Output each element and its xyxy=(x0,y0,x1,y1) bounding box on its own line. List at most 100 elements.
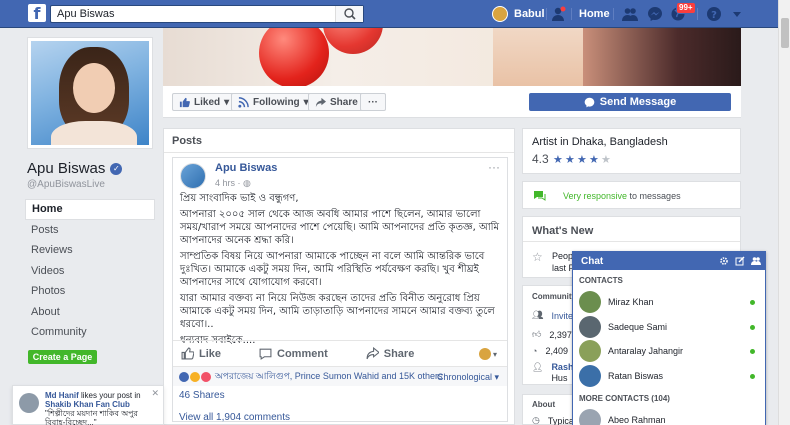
divider xyxy=(571,8,572,20)
messenger-icon[interactable] xyxy=(647,6,663,22)
share-label: Share xyxy=(330,96,358,108)
cover-figure xyxy=(493,28,583,86)
following-button[interactable]: Following ▾ xyxy=(231,93,316,111)
avatar xyxy=(19,393,39,413)
chat-contact[interactable]: Miraz Khan xyxy=(573,290,765,315)
comment-button[interactable]: Comment xyxy=(259,347,328,360)
notification-group: Shakib Khan Fan Club xyxy=(45,400,130,409)
online-status-icon xyxy=(750,373,755,379)
post-timestamp[interactable]: 4 hrs · ◍ xyxy=(215,178,251,189)
page-handle[interactable]: @ApuBiswasLive xyxy=(27,179,105,190)
help-icon[interactable]: ? xyxy=(706,6,722,22)
nav-item-community[interactable]: Community xyxy=(25,322,155,343)
posts-header: Posts xyxy=(164,129,514,153)
create-group-icon[interactable] xyxy=(751,256,761,266)
profile-picture[interactable] xyxy=(28,38,152,148)
profile-shortcut[interactable]: Babul xyxy=(492,5,545,23)
scrollbar-thumb[interactable] xyxy=(781,18,789,48)
new-message-icon[interactable] xyxy=(735,256,745,266)
like-button[interactable]: Like xyxy=(181,347,221,360)
home-link[interactable]: Home xyxy=(579,8,610,20)
search-box xyxy=(50,5,364,23)
nav-item-videos[interactable]: Videos xyxy=(25,261,155,282)
chat-header[interactable]: Chat xyxy=(573,252,765,270)
about-card: Artist in Dhaka, Bangladesh 4.3 ★ ★ ★ ★ ★ xyxy=(522,128,741,174)
avatar xyxy=(579,409,601,425)
shares-count[interactable]: 46 Shares xyxy=(179,390,225,401)
chat-title: Chat xyxy=(581,255,604,267)
comment-sort-dropdown[interactable]: Chronological ▾ xyxy=(437,372,499,383)
page-category-location: Artist in Dhaka, Bangladesh xyxy=(532,136,668,148)
nav-item-about[interactable]: About xyxy=(25,302,155,323)
following-label: Following xyxy=(253,96,300,108)
likes-count: 2,397 xyxy=(549,329,572,340)
online-status-icon xyxy=(750,324,755,330)
cover-balloon-decoration xyxy=(259,28,329,86)
send-message-button[interactable]: Send Message xyxy=(529,93,731,111)
more-contacts-header: MORE CONTACTS (104) xyxy=(579,394,670,403)
friend-name: Rash xyxy=(551,362,574,372)
page-scrollbar[interactable] xyxy=(778,0,790,425)
notification-toast[interactable]: Md Hanif likes your post in Shakib Khan … xyxy=(12,385,164,425)
nav-item-posts[interactable]: Posts xyxy=(25,220,155,241)
avatar xyxy=(579,364,601,387)
nav-item-home[interactable]: Home xyxy=(25,199,155,220)
account-menu-chevron-down-icon[interactable] xyxy=(729,6,745,22)
page-rating[interactable]: 4.3 ★ ★ ★ ★ ★ xyxy=(532,152,613,166)
cover-photo[interactable] xyxy=(163,28,741,86)
reactions-summary[interactable]: অপরাজেয় আলিগুপ, Prince Sumon Wahid and 1… xyxy=(215,369,443,384)
star-outline-icon: ☆ xyxy=(532,250,543,264)
post-options-icon[interactable]: ··· xyxy=(488,160,500,174)
find-friends-icon[interactable] xyxy=(550,6,566,22)
chat-contact[interactable]: Antaralay Jahangir xyxy=(573,339,765,364)
responsiveness-label: Very responsive xyxy=(563,191,628,201)
contact-name: Ratan Biswas xyxy=(608,370,664,381)
more-options-button[interactable]: ··· xyxy=(360,93,386,111)
responsiveness-text: Very responsive to messages xyxy=(563,191,681,201)
share-page-button[interactable]: Share xyxy=(308,93,365,111)
gear-icon[interactable] xyxy=(719,256,729,266)
globe-icon: ◍ xyxy=(243,178,251,188)
nav-item-reviews[interactable]: Reviews xyxy=(25,240,155,261)
profile-photo-shoulders xyxy=(51,121,137,145)
share-button[interactable]: Share xyxy=(366,347,415,360)
post-author-avatar[interactable] xyxy=(180,163,206,189)
view-comments-link[interactable]: View all 1,904 comments xyxy=(179,412,290,423)
response-badge-icon xyxy=(534,191,546,201)
avatar xyxy=(579,291,601,314)
chat-contact[interactable]: Sadeque Sami xyxy=(573,315,765,340)
share-label: Share xyxy=(383,347,415,360)
contact-name: Sadeque Sami xyxy=(608,321,668,332)
avatar xyxy=(579,315,601,338)
friend-requests-icon[interactable] xyxy=(622,6,638,22)
likes-count-row: 👍︎ 2,397 xyxy=(532,329,572,340)
search-icon xyxy=(344,8,356,20)
search-input[interactable] xyxy=(51,6,331,22)
friends-like-row[interactable]: 👤︎ Rash Hus xyxy=(532,362,573,384)
close-icon[interactable]: ✕ xyxy=(151,389,159,398)
posts-section: Posts Apu Biswas 4 hrs · ◍ ··· প্রিয় সাং… xyxy=(163,128,515,425)
about-row: ◷ Typica xyxy=(532,415,574,425)
responsiveness-card: Very responsive to messages xyxy=(522,181,741,209)
like-reaction-icon xyxy=(179,371,189,382)
post-as-selector[interactable]: ▾ xyxy=(478,348,497,360)
invite-friends-row[interactable]: 👥︎ Invite xyxy=(532,310,573,321)
cover-figure xyxy=(583,28,741,86)
messenger-icon xyxy=(584,97,595,107)
post-author-name[interactable]: Apu Biswas xyxy=(215,162,277,174)
send-message-label: Send Message xyxy=(599,96,677,108)
facebook-logo-icon[interactable]: f xyxy=(28,4,46,22)
page-action-bar: Liked ▾ Following ▾ Share ··· Send Messa… xyxy=(163,86,741,118)
divider xyxy=(613,8,614,20)
thumbs-up-icon: 👍︎ xyxy=(532,329,542,339)
liked-button[interactable]: Liked ▾ xyxy=(172,93,237,111)
profile-photo-face xyxy=(73,63,115,113)
create-page-button[interactable]: Create a Page xyxy=(28,350,97,364)
chat-contact[interactable]: Abeo Rahman xyxy=(573,408,765,425)
nav-item-photos[interactable]: Photos xyxy=(25,281,155,302)
love-reaction-icon xyxy=(201,371,211,382)
reactions-bar: অপরাজেয় আলিগুপ, Prince Sumon Wahid and 1… xyxy=(173,366,507,386)
search-button[interactable] xyxy=(335,6,363,22)
chat-contact[interactable]: Ratan Biswas xyxy=(573,364,765,389)
follows-count-row: ◔ 2,409 xyxy=(532,346,568,356)
